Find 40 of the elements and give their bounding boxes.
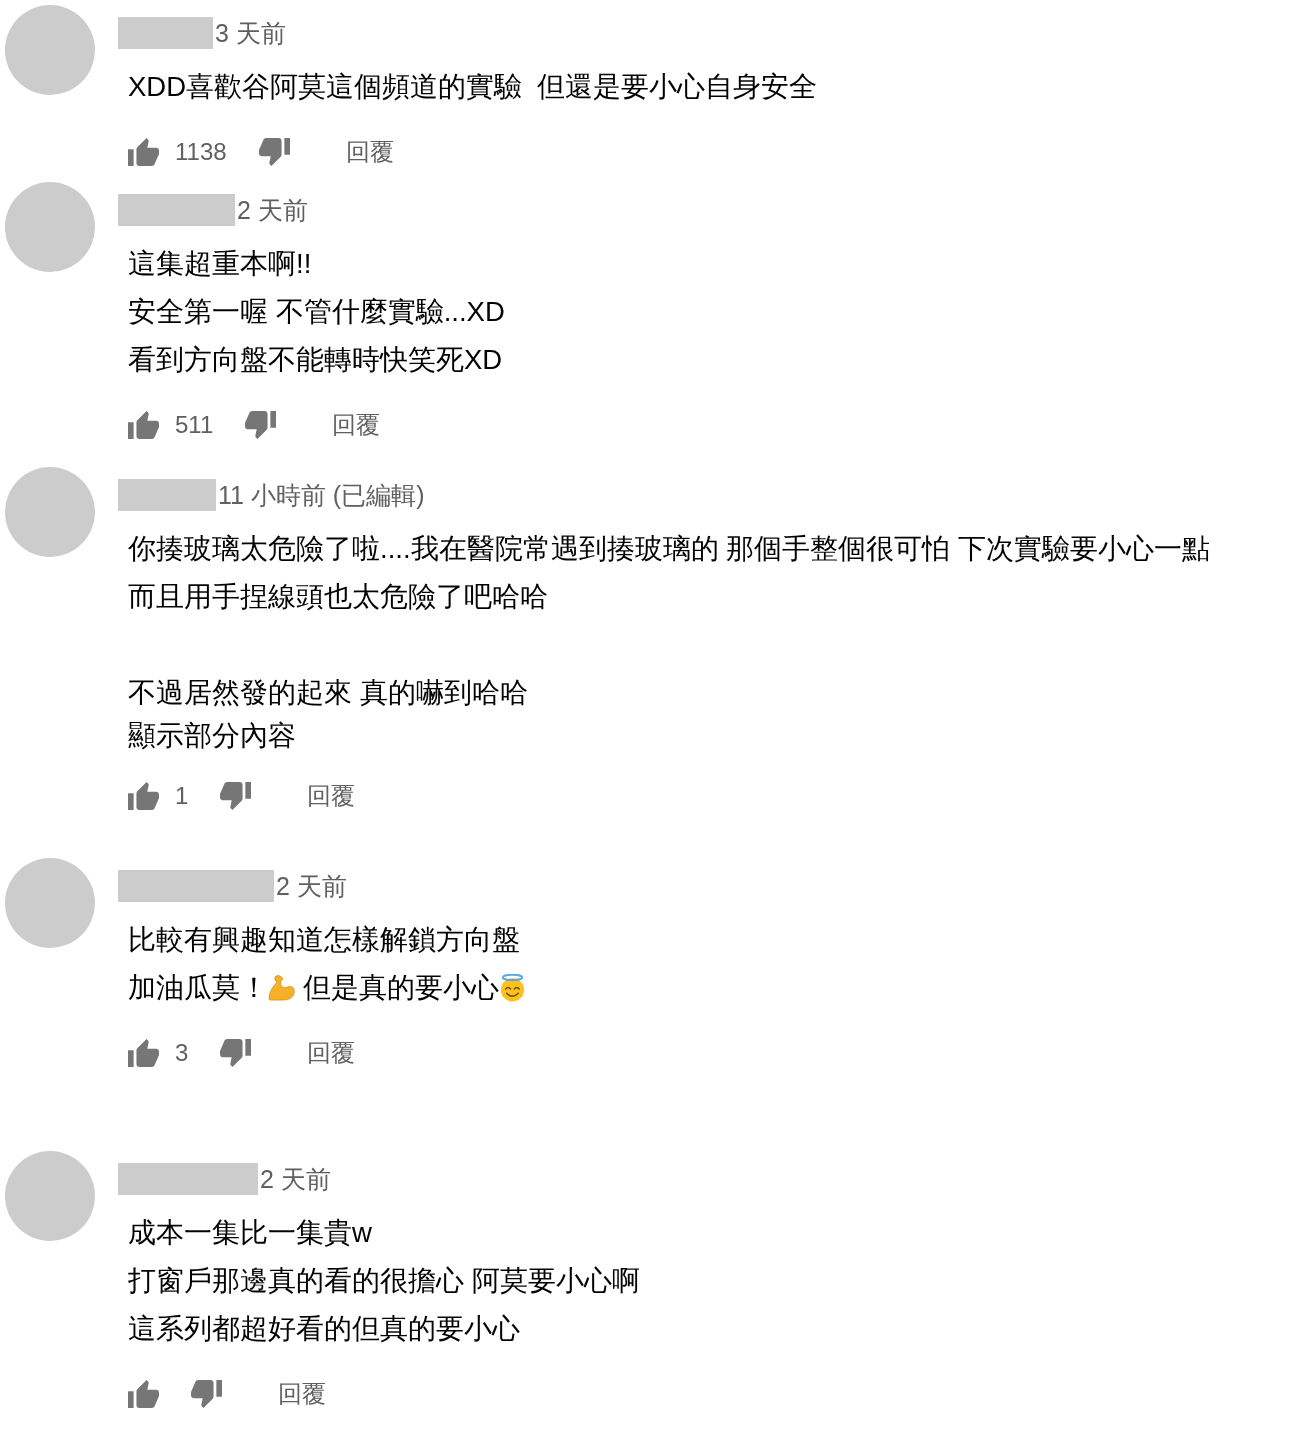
show-less-link[interactable]: 顯示部分內容 xyxy=(128,720,296,751)
thumbs-down-icon[interactable] xyxy=(220,1039,252,1067)
like-count: 1138 xyxy=(175,138,227,166)
comment-time: 2 天前 xyxy=(276,870,347,902)
comment-text: XDD喜歡谷阿莫這個頻道的實驗 但還是要小心自身安全 xyxy=(128,71,818,102)
comment-time: 11 小時前 (已編輯) xyxy=(218,479,425,511)
like-count: 511 xyxy=(175,411,214,439)
thumbs-down-icon[interactable] xyxy=(191,1380,222,1408)
like-count: 1 xyxy=(175,782,189,810)
comment-text: 而且用手捏線頭也太危險了吧哈哈 xyxy=(128,581,548,612)
reply-button[interactable]: 回覆 xyxy=(332,409,381,441)
comment-text: 這系列都超好看的但真的要小心 xyxy=(128,1313,520,1344)
comment-text: 安全第一喔 不管什麼實驗...XD xyxy=(128,296,505,327)
comment-time: 3 天前 xyxy=(215,17,286,49)
comment-text: 比較有興趣知道怎樣解鎖方向盤 xyxy=(128,924,520,955)
like-count: 3 xyxy=(175,1039,189,1067)
thumbs-down-icon[interactable] xyxy=(245,411,277,439)
comment-text: 打窗戶那邊真的看的很擔心 阿莫要小心啊 xyxy=(128,1265,640,1296)
reply-button[interactable]: 回覆 xyxy=(345,136,394,168)
comment-text: 看到方向盤不能轉時快笑死XD xyxy=(128,344,503,375)
comment-text: 但是真的要小心 xyxy=(301,972,499,1003)
reply-button[interactable]: 回覆 xyxy=(278,1378,326,1410)
comment-text: 這集超重本啊!! xyxy=(128,248,312,279)
thumbs-down-icon[interactable] xyxy=(220,782,252,810)
halo-smiley-icon xyxy=(498,974,526,1002)
thumbs-up-icon[interactable] xyxy=(128,1380,159,1408)
thumbs-up-icon[interactable] xyxy=(128,1039,159,1067)
comment-time: 2 天前 xyxy=(237,194,308,226)
comment-text: 不過居然發的起來 真的嚇到哈哈 xyxy=(128,677,528,708)
comment-time: 2 天前 xyxy=(260,1163,331,1195)
thumbs-up-icon[interactable] xyxy=(128,411,159,439)
reply-button[interactable]: 回覆 xyxy=(307,780,356,812)
thumbs-up-icon[interactable] xyxy=(128,782,159,810)
reply-button[interactable]: 回覆 xyxy=(307,1037,356,1069)
comment-text: 你揍玻璃太危險了啦....我在醫院常遇到揍玻璃的 那個手整個很可怕 下次實驗要小心一點 xyxy=(128,533,1210,564)
comment-text: 加油瓜莫！ xyxy=(128,972,268,1003)
flexed-arm-icon xyxy=(268,974,295,1002)
thumbs-down-icon[interactable] xyxy=(258,138,290,166)
thumbs-up-icon[interactable] xyxy=(128,138,159,166)
comment-text: 成本一集比一集貴w xyxy=(128,1217,372,1248)
